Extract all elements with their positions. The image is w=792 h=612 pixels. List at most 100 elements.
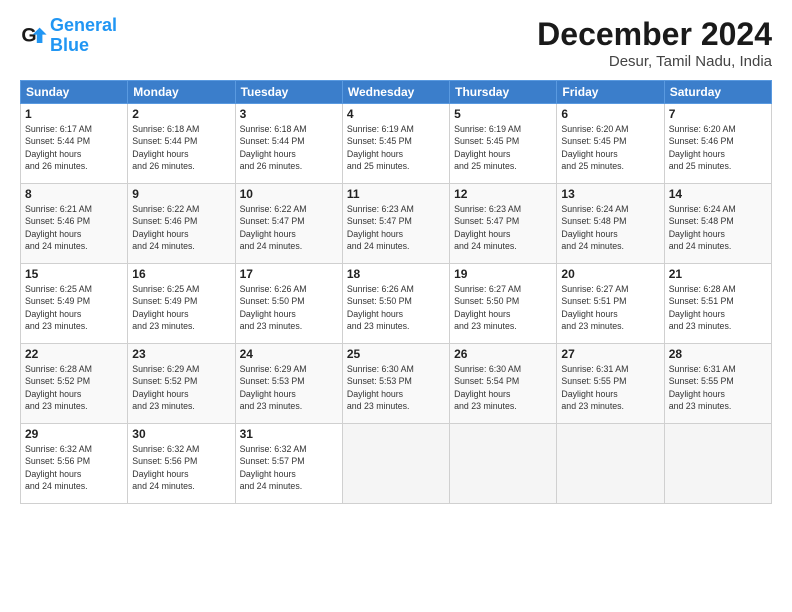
day-cell-31: 31 Sunrise: 6:32 AM Sunset: 5:57 PM Dayl… xyxy=(235,424,342,504)
col-wednesday: Wednesday xyxy=(342,81,449,104)
day-cell-16: 16 Sunrise: 6:25 AM Sunset: 5:49 PM Dayl… xyxy=(128,264,235,344)
day-info-14: Sunrise: 6:24 AM Sunset: 5:48 PM Dayligh… xyxy=(669,203,767,252)
col-tuesday: Tuesday xyxy=(235,81,342,104)
cal-title: December 2024 xyxy=(537,16,772,53)
col-friday: Friday xyxy=(557,81,664,104)
header: G General Blue December 2024 Desur, Tami… xyxy=(20,16,772,70)
day-num-29: 29 xyxy=(25,427,123,441)
day-cell-21: 21 Sunrise: 6:28 AM Sunset: 5:51 PM Dayl… xyxy=(664,264,771,344)
day-info-16: Sunrise: 6:25 AM Sunset: 5:49 PM Dayligh… xyxy=(132,283,230,332)
col-saturday: Saturday xyxy=(664,81,771,104)
day-info-12: Sunrise: 6:23 AM Sunset: 5:47 PM Dayligh… xyxy=(454,203,552,252)
day-info-31: Sunrise: 6:32 AM Sunset: 5:57 PM Dayligh… xyxy=(240,443,338,492)
day-info-21: Sunrise: 6:28 AM Sunset: 5:51 PM Dayligh… xyxy=(669,283,767,332)
day-num-23: 23 xyxy=(132,347,230,361)
week-row-1: 1 Sunrise: 6:17 AM Sunset: 5:44 PM Dayli… xyxy=(21,104,772,184)
day-num-17: 17 xyxy=(240,267,338,281)
day-info-10: Sunrise: 6:22 AM Sunset: 5:47 PM Dayligh… xyxy=(240,203,338,252)
day-info-27: Sunrise: 6:31 AM Sunset: 5:55 PM Dayligh… xyxy=(561,363,659,412)
day-info-28: Sunrise: 6:31 AM Sunset: 5:55 PM Dayligh… xyxy=(669,363,767,412)
day-info-13: Sunrise: 6:24 AM Sunset: 5:48 PM Dayligh… xyxy=(561,203,659,252)
day-info-22: Sunrise: 6:28 AM Sunset: 5:52 PM Dayligh… xyxy=(25,363,123,412)
week-row-5: 29 Sunrise: 6:32 AM Sunset: 5:56 PM Dayl… xyxy=(21,424,772,504)
day-num-5: 5 xyxy=(454,107,552,121)
day-info-30: Sunrise: 6:32 AM Sunset: 5:56 PM Dayligh… xyxy=(132,443,230,492)
logo-icon: G xyxy=(20,22,48,50)
empty-cell xyxy=(557,424,664,504)
day-cell-17: 17 Sunrise: 6:26 AM Sunset: 5:50 PM Dayl… xyxy=(235,264,342,344)
day-cell-11: 11 Sunrise: 6:23 AM Sunset: 5:47 PM Dayl… xyxy=(342,184,449,264)
day-num-20: 20 xyxy=(561,267,659,281)
day-cell-3: 3 Sunrise: 6:18 AM Sunset: 5:44 PM Dayli… xyxy=(235,104,342,184)
day-cell-23: 23 Sunrise: 6:29 AM Sunset: 5:52 PM Dayl… xyxy=(128,344,235,424)
day-cell-13: 13 Sunrise: 6:24 AM Sunset: 5:48 PM Dayl… xyxy=(557,184,664,264)
day-info-26: Sunrise: 6:30 AM Sunset: 5:54 PM Dayligh… xyxy=(454,363,552,412)
day-cell-7: 7 Sunrise: 6:20 AM Sunset: 5:46 PM Dayli… xyxy=(664,104,771,184)
day-info-19: Sunrise: 6:27 AM Sunset: 5:50 PM Dayligh… xyxy=(454,283,552,332)
day-cell-19: 19 Sunrise: 6:27 AM Sunset: 5:50 PM Dayl… xyxy=(450,264,557,344)
day-cell-30: 30 Sunrise: 6:32 AM Sunset: 5:56 PM Dayl… xyxy=(128,424,235,504)
day-num-11: 11 xyxy=(347,187,445,201)
col-thursday: Thursday xyxy=(450,81,557,104)
day-num-30: 30 xyxy=(132,427,230,441)
day-num-28: 28 xyxy=(669,347,767,361)
col-sunday: Sunday xyxy=(21,81,128,104)
day-num-2: 2 xyxy=(132,107,230,121)
day-cell-14: 14 Sunrise: 6:24 AM Sunset: 5:48 PM Dayl… xyxy=(664,184,771,264)
day-info-24: Sunrise: 6:29 AM Sunset: 5:53 PM Dayligh… xyxy=(240,363,338,412)
day-cell-22: 22 Sunrise: 6:28 AM Sunset: 5:52 PM Dayl… xyxy=(21,344,128,424)
day-info-5: Sunrise: 6:19 AM Sunset: 5:45 PM Dayligh… xyxy=(454,123,552,172)
cal-subtitle: Desur, Tamil Nadu, India xyxy=(537,53,772,70)
day-info-7: Sunrise: 6:20 AM Sunset: 5:46 PM Dayligh… xyxy=(669,123,767,172)
day-num-9: 9 xyxy=(132,187,230,201)
header-row: Sunday Monday Tuesday Wednesday Thursday… xyxy=(21,81,772,104)
day-info-29: Sunrise: 6:32 AM Sunset: 5:56 PM Dayligh… xyxy=(25,443,123,492)
day-cell-27: 27 Sunrise: 6:31 AM Sunset: 5:55 PM Dayl… xyxy=(557,344,664,424)
day-info-20: Sunrise: 6:27 AM Sunset: 5:51 PM Dayligh… xyxy=(561,283,659,332)
day-cell-5: 5 Sunrise: 6:19 AM Sunset: 5:45 PM Dayli… xyxy=(450,104,557,184)
day-num-21: 21 xyxy=(669,267,767,281)
week-row-3: 15 Sunrise: 6:25 AM Sunset: 5:49 PM Dayl… xyxy=(21,264,772,344)
col-monday: Monday xyxy=(128,81,235,104)
day-cell-26: 26 Sunrise: 6:30 AM Sunset: 5:54 PM Dayl… xyxy=(450,344,557,424)
day-cell-1: 1 Sunrise: 6:17 AM Sunset: 5:44 PM Dayli… xyxy=(21,104,128,184)
day-cell-29: 29 Sunrise: 6:32 AM Sunset: 5:56 PM Dayl… xyxy=(21,424,128,504)
day-num-13: 13 xyxy=(561,187,659,201)
page: G General Blue December 2024 Desur, Tami… xyxy=(0,0,792,612)
day-num-12: 12 xyxy=(454,187,552,201)
day-num-14: 14 xyxy=(669,187,767,201)
day-info-1: Sunrise: 6:17 AM Sunset: 5:44 PM Dayligh… xyxy=(25,123,123,172)
day-info-15: Sunrise: 6:25 AM Sunset: 5:49 PM Dayligh… xyxy=(25,283,123,332)
day-num-22: 22 xyxy=(25,347,123,361)
logo-text: General Blue xyxy=(50,16,117,56)
day-num-27: 27 xyxy=(561,347,659,361)
day-num-3: 3 xyxy=(240,107,338,121)
logo-line2: Blue xyxy=(50,35,89,55)
day-info-11: Sunrise: 6:23 AM Sunset: 5:47 PM Dayligh… xyxy=(347,203,445,252)
day-info-8: Sunrise: 6:21 AM Sunset: 5:46 PM Dayligh… xyxy=(25,203,123,252)
day-num-7: 7 xyxy=(669,107,767,121)
day-num-8: 8 xyxy=(25,187,123,201)
calendar: Sunday Monday Tuesday Wednesday Thursday… xyxy=(20,80,772,504)
empty-cell xyxy=(342,424,449,504)
day-cell-18: 18 Sunrise: 6:26 AM Sunset: 5:50 PM Dayl… xyxy=(342,264,449,344)
day-num-16: 16 xyxy=(132,267,230,281)
day-info-17: Sunrise: 6:26 AM Sunset: 5:50 PM Dayligh… xyxy=(240,283,338,332)
day-info-4: Sunrise: 6:19 AM Sunset: 5:45 PM Dayligh… xyxy=(347,123,445,172)
logo-line1: General xyxy=(50,15,117,35)
week-row-4: 22 Sunrise: 6:28 AM Sunset: 5:52 PM Dayl… xyxy=(21,344,772,424)
day-info-6: Sunrise: 6:20 AM Sunset: 5:45 PM Dayligh… xyxy=(561,123,659,172)
day-cell-9: 9 Sunrise: 6:22 AM Sunset: 5:46 PM Dayli… xyxy=(128,184,235,264)
day-cell-12: 12 Sunrise: 6:23 AM Sunset: 5:47 PM Dayl… xyxy=(450,184,557,264)
day-num-25: 25 xyxy=(347,347,445,361)
day-num-18: 18 xyxy=(347,267,445,281)
day-num-19: 19 xyxy=(454,267,552,281)
day-cell-20: 20 Sunrise: 6:27 AM Sunset: 5:51 PM Dayl… xyxy=(557,264,664,344)
day-info-2: Sunrise: 6:18 AM Sunset: 5:44 PM Dayligh… xyxy=(132,123,230,172)
day-num-26: 26 xyxy=(454,347,552,361)
logo: G General Blue xyxy=(20,16,117,56)
day-num-31: 31 xyxy=(240,427,338,441)
day-num-24: 24 xyxy=(240,347,338,361)
day-info-3: Sunrise: 6:18 AM Sunset: 5:44 PM Dayligh… xyxy=(240,123,338,172)
day-cell-6: 6 Sunrise: 6:20 AM Sunset: 5:45 PM Dayli… xyxy=(557,104,664,184)
